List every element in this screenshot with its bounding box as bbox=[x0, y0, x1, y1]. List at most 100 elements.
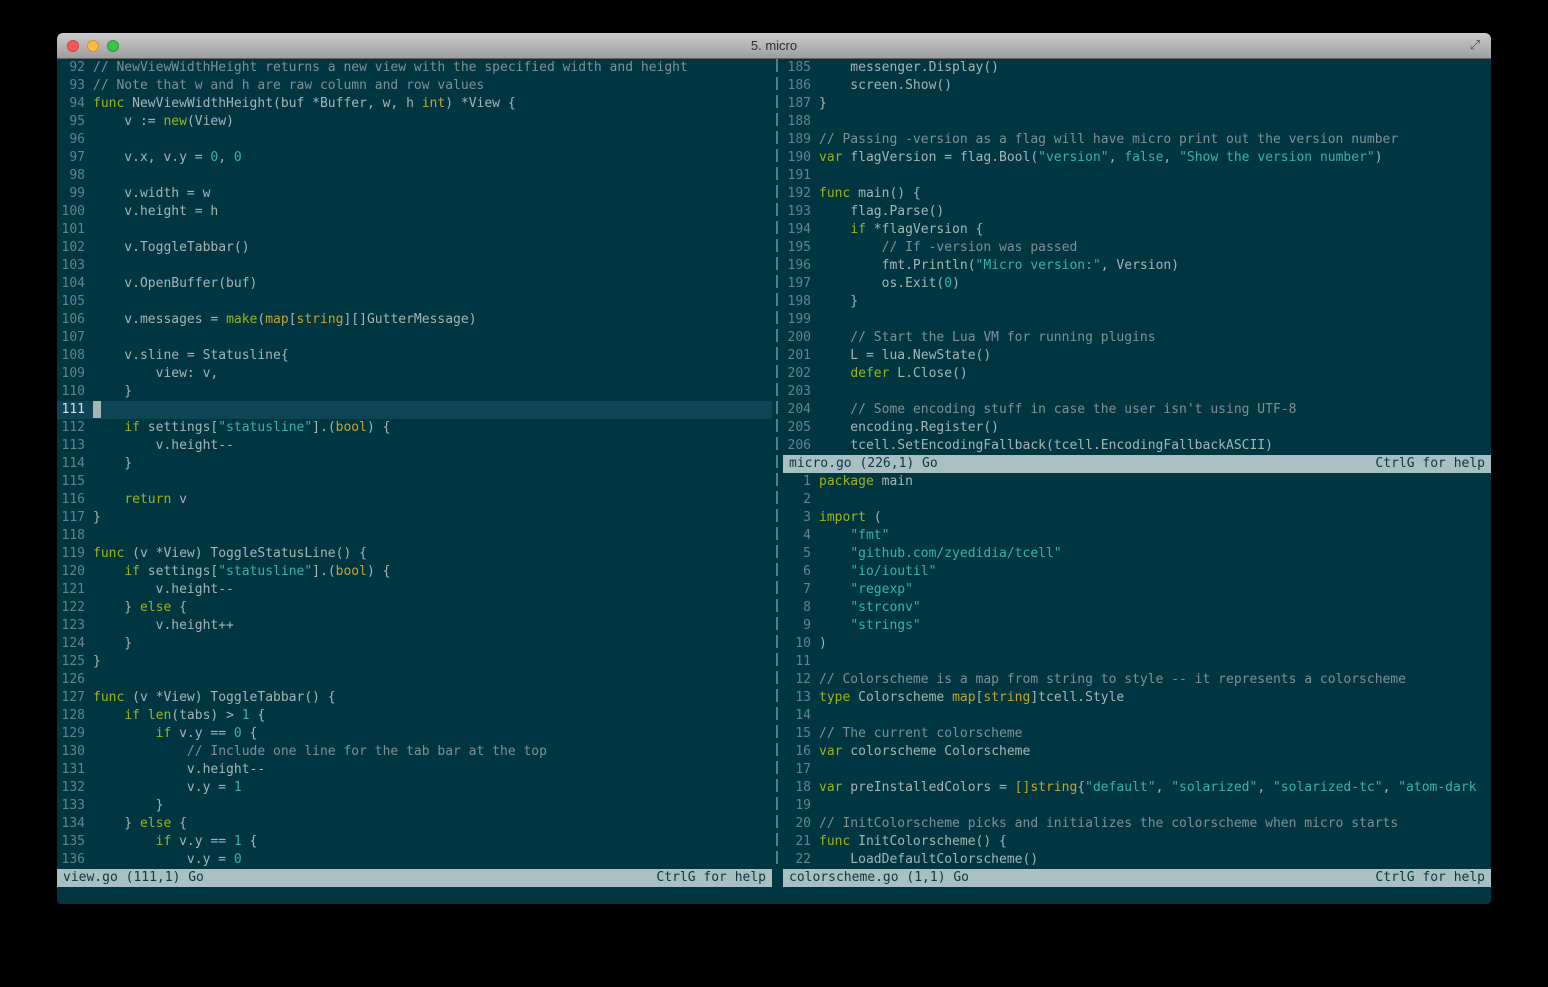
code-line[interactable]: 136 v.y = 0 bbox=[57, 851, 772, 869]
code-line[interactable]: 111 bbox=[57, 401, 772, 419]
code-line[interactable]: 94 func NewViewWidthHeight(buf *Buffer, w… bbox=[57, 95, 772, 113]
code-line[interactable]: 205 encoding.Register() bbox=[783, 419, 1491, 437]
code-line[interactable]: 96 bbox=[57, 131, 772, 149]
code-line[interactable]: 120 if settings["statusline"].(bool) { bbox=[57, 563, 772, 581]
code-line[interactable]: 2 bbox=[783, 491, 1491, 509]
code-line[interactable]: 200 // Start the Lua VM for running plug… bbox=[783, 329, 1491, 347]
editor-pane-micro-go[interactable]: 185 messenger.Display() 186 screen.Show()… bbox=[783, 59, 1491, 455]
code-line[interactable]: 95 v := new(View) bbox=[57, 113, 772, 131]
code-line[interactable]: 123 v.height++ bbox=[57, 617, 772, 635]
code-line[interactable]: 134 } else { bbox=[57, 815, 772, 833]
code-line[interactable]: 9 "strings" bbox=[783, 617, 1491, 635]
command-line[interactable] bbox=[57, 887, 1491, 904]
code-line[interactable]: 101 bbox=[57, 221, 772, 239]
code-line[interactable]: 112 if settings["statusline"].(bool) { bbox=[57, 419, 772, 437]
editor-pane-colorscheme-go[interactable]: 1 package main 2 3 import (4 "fmt" 5 "github.… bbox=[783, 473, 1491, 869]
zoom-button[interactable] bbox=[107, 40, 119, 52]
code-line[interactable]: 13 type Colorscheme map[string]tcell.Styl… bbox=[783, 689, 1491, 707]
code-line[interactable]: 130 // Include one line for the tab bar … bbox=[57, 743, 772, 761]
code-line[interactable]: 194 if *flagVersion { bbox=[783, 221, 1491, 239]
code-line[interactable]: 102 v.ToggleTabbar() bbox=[57, 239, 772, 257]
code-line[interactable]: 18 var preInstalledColors = []string{"def… bbox=[783, 779, 1491, 797]
code-line[interactable]: 126 bbox=[57, 671, 772, 689]
code-line[interactable]: 124 } bbox=[57, 635, 772, 653]
code-line[interactable]: 197 os.Exit(0) bbox=[783, 275, 1491, 293]
code-line[interactable]: 189 // Passing -version as a flag will ha… bbox=[783, 131, 1491, 149]
code-line[interactable]: 103 bbox=[57, 257, 772, 275]
code-line[interactable]: 8 "strconv" bbox=[783, 599, 1491, 617]
code-line[interactable]: 93 // Note that w and h are raw column an… bbox=[57, 77, 772, 95]
code-line[interactable]: 5 "github.com/zyedidia/tcell" bbox=[783, 545, 1491, 563]
code-line[interactable]: 21 func InitColorscheme() { bbox=[783, 833, 1491, 851]
code-line[interactable]: 110 } bbox=[57, 383, 772, 401]
code-line[interactable]: 98 bbox=[57, 167, 772, 185]
code-line[interactable]: 128 if len(tabs) > 1 { bbox=[57, 707, 772, 725]
code-line[interactable]: 16 var colorscheme Colorscheme bbox=[783, 743, 1491, 761]
code-line[interactable]: 191 bbox=[783, 167, 1491, 185]
code-line[interactable]: 187} bbox=[783, 95, 1491, 113]
close-button[interactable] bbox=[67, 40, 79, 52]
code-line[interactable]: 135 if v.y == 1 { bbox=[57, 833, 772, 851]
code-line[interactable]: 97 v.x, v.y = 0, 0 bbox=[57, 149, 772, 167]
code-line[interactable]: 201 L = lua.NewState() bbox=[783, 347, 1491, 365]
code-line[interactable]: 19 bbox=[783, 797, 1491, 815]
code-line[interactable]: 129 if v.y == 0 { bbox=[57, 725, 772, 743]
code-line[interactable]: 117} bbox=[57, 509, 772, 527]
code-line[interactable]: 92 // NewViewWidthHeight returns a new vi… bbox=[57, 59, 772, 77]
code-line[interactable]: 15 // The current colorscheme bbox=[783, 725, 1491, 743]
code-line[interactable]: 116 return v bbox=[57, 491, 772, 509]
code-line[interactable]: 132 v.y = 1 bbox=[57, 779, 772, 797]
code-line[interactable]: 202 defer L.Close() bbox=[783, 365, 1491, 383]
fullscreen-icon[interactable]: ⤢ bbox=[1467, 38, 1483, 54]
code-line[interactable]: 20 // InitColorscheme picks and initializ… bbox=[783, 815, 1491, 833]
code-line[interactable]: 190 var flagVersion = flag.Bool("version"… bbox=[783, 149, 1491, 167]
code-line[interactable]: 192 func main() { bbox=[783, 185, 1491, 203]
code-line[interactable]: 107 bbox=[57, 329, 772, 347]
code-line[interactable]: 3 import ( bbox=[783, 509, 1491, 527]
code-line[interactable]: 196 fmt.Println("Micro version:", Versio… bbox=[783, 257, 1491, 275]
code-line[interactable]: 7 "regexp" bbox=[783, 581, 1491, 599]
code-line[interactable]: 106 v.messages = make(map[string][]Gutte… bbox=[57, 311, 772, 329]
code-line[interactable]: 206 tcell.SetEncodingFallback(tcell.Enco… bbox=[783, 437, 1491, 455]
code-line[interactable]: 186 screen.Show() bbox=[783, 77, 1491, 95]
code-line[interactable]: 17 bbox=[783, 761, 1491, 779]
code-line[interactable]: 125} bbox=[57, 653, 772, 671]
code-line[interactable]: 10) bbox=[783, 635, 1491, 653]
code-line[interactable]: 204 // Some encoding stuff in case the u… bbox=[783, 401, 1491, 419]
code-line[interactable]: 100 v.height = h bbox=[57, 203, 772, 221]
code-line[interactable]: 198 } bbox=[783, 293, 1491, 311]
code-line[interactable]: 99 v.width = w bbox=[57, 185, 772, 203]
code-line[interactable]: 4 "fmt" bbox=[783, 527, 1491, 545]
code-line[interactable]: 114 } bbox=[57, 455, 772, 473]
titlebar[interactable]: 5. micro ⤢ bbox=[57, 33, 1491, 59]
code-line[interactable]: 199 bbox=[783, 311, 1491, 329]
code-line[interactable]: 6 "io/ioutil" bbox=[783, 563, 1491, 581]
code-line[interactable]: 118 bbox=[57, 527, 772, 545]
code-line[interactable]: 203 bbox=[783, 383, 1491, 401]
split-divider[interactable] bbox=[772, 59, 783, 869]
code-line[interactable]: 188 bbox=[783, 113, 1491, 131]
code-line[interactable]: 185 messenger.Display() bbox=[783, 59, 1491, 77]
code-line[interactable]: 11 bbox=[783, 653, 1491, 671]
minimize-button[interactable] bbox=[87, 40, 99, 52]
code-line[interactable]: 193 flag.Parse() bbox=[783, 203, 1491, 221]
code-line[interactable]: 105 bbox=[57, 293, 772, 311]
code-line[interactable]: 104 v.OpenBuffer(buf) bbox=[57, 275, 772, 293]
code-line[interactable]: 195 // If -version was passed bbox=[783, 239, 1491, 257]
code-line[interactable]: 22 LoadDefaultColorscheme() bbox=[783, 851, 1491, 869]
code-line[interactable]: 119 func (v *View) ToggleStatusLine() { bbox=[57, 545, 772, 563]
code-line[interactable]: 1 package main bbox=[783, 473, 1491, 491]
code-line[interactable]: 127 func (v *View) ToggleTabbar() { bbox=[57, 689, 772, 707]
code-line[interactable]: 113 v.height-- bbox=[57, 437, 772, 455]
editor-pane-view-go[interactable]: 92 // NewViewWidthHeight returns a new vi… bbox=[57, 59, 772, 869]
code-line[interactable]: 14 bbox=[783, 707, 1491, 725]
code-line[interactable]: 12 // Colorscheme is a map from string to… bbox=[783, 671, 1491, 689]
code-line[interactable]: 115 bbox=[57, 473, 772, 491]
code-line[interactable]: 131 v.height-- bbox=[57, 761, 772, 779]
code-line[interactable]: 121 v.height-- bbox=[57, 581, 772, 599]
code-line[interactable]: 133 } bbox=[57, 797, 772, 815]
code-line[interactable]: 122 } else { bbox=[57, 599, 772, 617]
cursor bbox=[93, 401, 101, 418]
code-line[interactable]: 108 v.sline = Statusline{ bbox=[57, 347, 772, 365]
code-line[interactable]: 109 view: v, bbox=[57, 365, 772, 383]
